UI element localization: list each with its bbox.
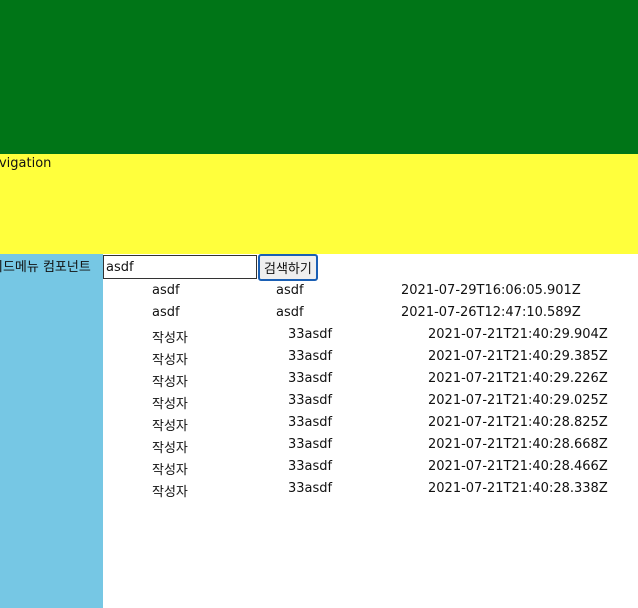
list-item-writer: 작성자	[152, 353, 188, 368]
navigation-label: avigation	[0, 156, 52, 171]
list-item-content: 33asdf	[288, 393, 333, 408]
navigation-bar: avigation	[0, 154, 638, 254]
sidebar: 이드메뉴 컴포넌트	[0, 254, 103, 608]
list-item-writer: 작성자	[152, 441, 188, 456]
list-item-writer: 작성자	[152, 419, 188, 434]
list-item[interactable]: 작성자 33asdf 2021-07-21T21:40:29.226Z	[103, 371, 638, 393]
list-item-content: 33asdf	[288, 459, 333, 474]
list-item-content: 33asdf	[288, 437, 333, 452]
list-item[interactable]: asdf asdf 2021-07-29T16:06:05.901Z	[103, 283, 638, 305]
list-item[interactable]: 작성자 33asdf 2021-07-21T21:40:29.904Z	[103, 327, 638, 349]
list-item-content: 33asdf	[288, 481, 333, 496]
list-item-date: 2021-07-26T12:47:10.589Z	[401, 305, 581, 320]
list-item[interactable]: 작성자 33asdf 2021-07-21T21:40:29.025Z	[103, 393, 638, 415]
list-item-date: 2021-07-29T16:06:05.901Z	[401, 283, 581, 298]
list-item-writer: 작성자	[152, 397, 188, 412]
sidebar-label: 이드메뉴 컴포넌트	[0, 260, 91, 275]
search-button[interactable]: 검색하기	[258, 254, 318, 281]
list-item-content: 33asdf	[288, 349, 333, 364]
list-item-writer: 작성자	[152, 375, 188, 390]
list-item-writer: 작성자	[152, 463, 188, 478]
list-item-content: 33asdf	[288, 415, 333, 430]
list-item-date: 2021-07-21T21:40:29.904Z	[428, 327, 608, 342]
list-item-writer: asdf	[152, 305, 180, 320]
list-item[interactable]: 작성자 33asdf 2021-07-21T21:40:28.825Z	[103, 415, 638, 437]
list-item-content: 33asdf	[288, 327, 333, 342]
list-item[interactable]: 작성자 33asdf 2021-07-21T21:40:28.668Z	[103, 437, 638, 459]
list-item-writer: 작성자	[152, 485, 188, 500]
header-banner	[0, 0, 638, 154]
list-item[interactable]: 작성자 33asdf 2021-07-21T21:40:28.466Z	[103, 459, 638, 481]
list-item-date: 2021-07-21T21:40:28.825Z	[428, 415, 608, 430]
list-item[interactable]: asdf asdf 2021-07-26T12:47:10.589Z	[103, 305, 638, 327]
list-item[interactable]: 작성자 33asdf 2021-07-21T21:40:29.385Z	[103, 349, 638, 371]
list-item-date: 2021-07-21T21:40:28.668Z	[428, 437, 608, 452]
list-item-date: 2021-07-21T21:40:29.226Z	[428, 371, 608, 386]
list-item-date: 2021-07-21T21:40:28.466Z	[428, 459, 608, 474]
search-input[interactable]	[103, 255, 257, 279]
list-item-date: 2021-07-21T21:40:28.338Z	[428, 481, 608, 496]
list-item-content: 33asdf	[288, 371, 333, 386]
list-item-content: asdf	[276, 283, 304, 298]
list-item-date: 2021-07-21T21:40:29.385Z	[428, 349, 608, 364]
list-item[interactable]: 작성자 33asdf 2021-07-21T21:40:28.338Z	[103, 481, 638, 503]
list-item-writer: asdf	[152, 283, 180, 298]
list-item-content: asdf	[276, 305, 304, 320]
list-item-writer: 작성자	[152, 331, 188, 346]
main-content: 검색하기 asdf asdf 2021-07-29T16:06:05.901Z …	[103, 254, 638, 608]
list-item-date: 2021-07-21T21:40:29.025Z	[428, 393, 608, 408]
